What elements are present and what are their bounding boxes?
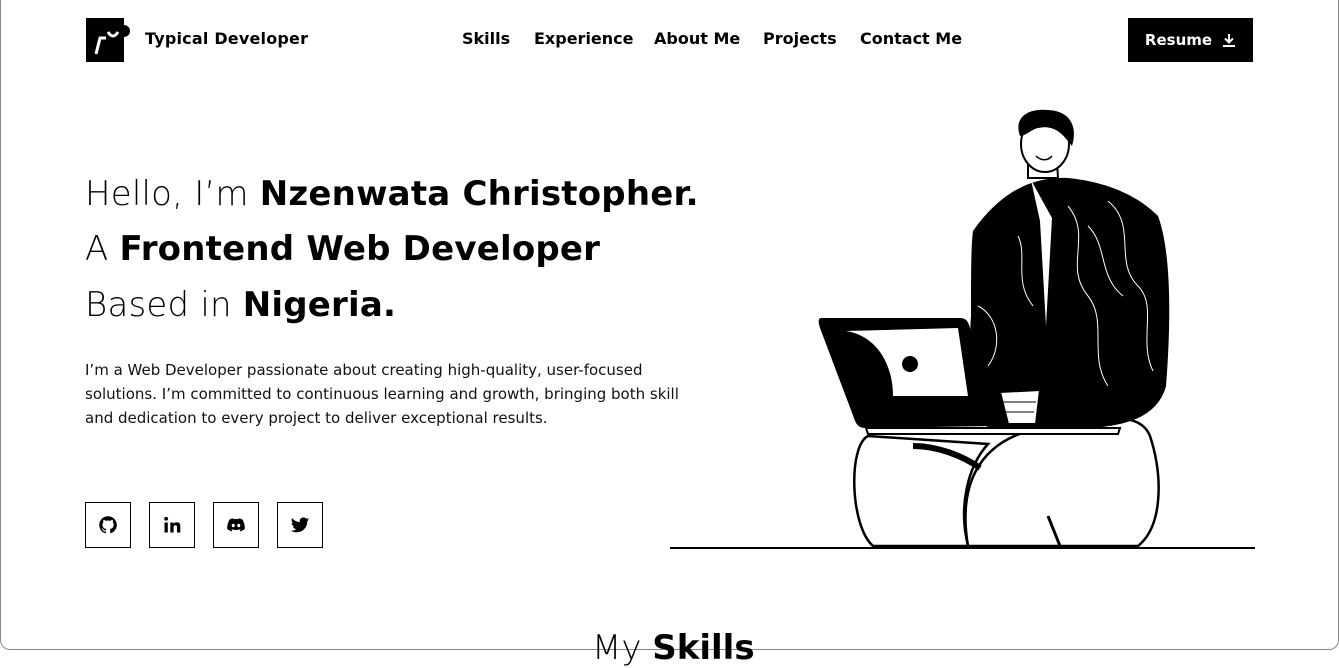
nav-skills[interactable]: Skills bbox=[462, 29, 510, 48]
resume-label: Resume bbox=[1144, 31, 1213, 49]
download-icon bbox=[1223, 34, 1236, 47]
hero-based-in: Based in bbox=[85, 285, 243, 325]
twitter-button[interactable] bbox=[277, 502, 323, 548]
hero-line-2: A Frontend Web Developer bbox=[85, 229, 600, 269]
nav-projects[interactable]: Projects bbox=[763, 29, 837, 48]
nav-about-me[interactable]: About Me bbox=[654, 29, 740, 48]
developer-illustration bbox=[668, 106, 1258, 554]
hero-name: Nzenwata Christopher. bbox=[259, 174, 699, 214]
skills-title-bold: Skills bbox=[652, 628, 755, 668]
twitter-icon bbox=[290, 517, 310, 533]
resume-button[interactable]: Resume bbox=[1128, 18, 1253, 62]
hero-location: Nigeria. bbox=[242, 285, 397, 325]
github-button[interactable] bbox=[85, 502, 131, 548]
linkedin-button[interactable] bbox=[149, 502, 195, 548]
hero-greeting: Hello, I’m bbox=[85, 174, 260, 214]
linkedin-icon bbox=[164, 516, 181, 533]
discord-button[interactable] bbox=[213, 502, 259, 548]
discord-icon bbox=[227, 518, 245, 532]
hero-intro: I’m a Web Developer passionate about cre… bbox=[85, 361, 679, 427]
github-icon bbox=[99, 516, 117, 534]
hero-role: Frontend Web Developer bbox=[119, 229, 601, 269]
hero-line-3: Based in Nigeria. bbox=[85, 285, 396, 325]
skills-title-light: My bbox=[592, 628, 653, 668]
nav-contact-me[interactable]: Contact Me bbox=[860, 29, 962, 48]
hero-line-1: Hello, I’m Nzenwata Christopher. bbox=[85, 174, 699, 214]
nav-experience[interactable]: Experience bbox=[534, 29, 634, 48]
skills-section-title: My Skills bbox=[592, 628, 755, 668]
hero-article: A bbox=[85, 229, 120, 269]
